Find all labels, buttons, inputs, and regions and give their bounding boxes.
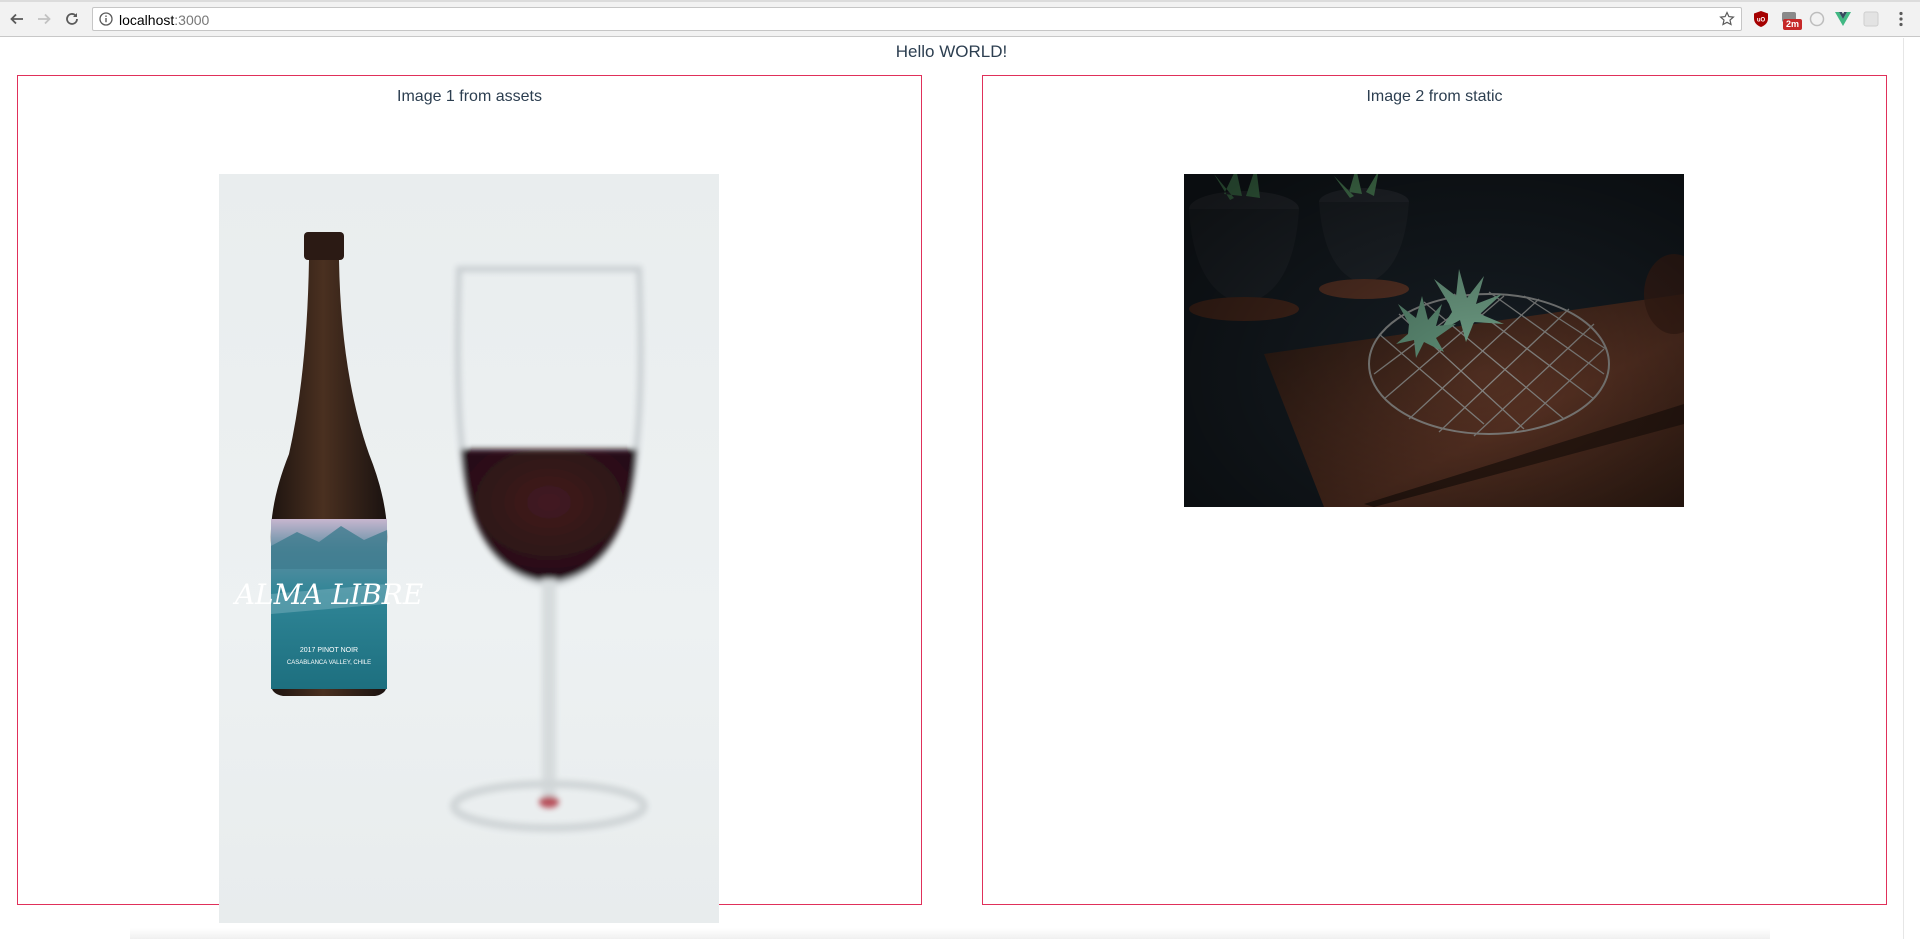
- bottom-shadow: [130, 928, 1770, 939]
- kebab-menu-icon[interactable]: [1892, 10, 1910, 28]
- address-bar[interactable]: localhost:3000: [92, 7, 1742, 31]
- ublock-extension-icon[interactable]: uO: [1752, 10, 1770, 28]
- svg-text:uO: uO: [1757, 18, 1766, 24]
- back-arrow-icon: [10, 13, 23, 25]
- browser-toolbar: localhost:3000 uO 2m: [0, 0, 1920, 37]
- panel-title-static: Image 2 from static: [1366, 88, 1503, 105]
- reload-icon: [66, 13, 78, 25]
- wine-photo: ALMA LIBRE 2017 PINOT NOIR CASABLANCA VA…: [219, 174, 719, 923]
- succulent-photo: [1184, 174, 1684, 507]
- url-text[interactable]: localhost:3000: [119, 12, 209, 28]
- page-content: Hello WORLD! Image 1 from assets ALMA LI…: [0, 38, 1920, 939]
- page-heading: Hello WORLD!: [895, 42, 1008, 61]
- label-wine-text: 2017 PINOT NOIR: [300, 647, 358, 654]
- forward-arrow-icon: [38, 13, 51, 25]
- label-region-text: CASABLANCA VALLEY, CHILE: [287, 660, 371, 666]
- panel-title-assets: Image 1 from assets: [397, 88, 542, 105]
- star-icon[interactable]: [1719, 11, 1735, 27]
- succulents-on-wire-basket-image: [1184, 174, 1684, 507]
- label-brand-text: ALMA LIBRE: [232, 578, 423, 611]
- info-icon[interactable]: [99, 12, 113, 26]
- vue-devtools-icon[interactable]: [1834, 10, 1852, 28]
- image-panel-static: Image 2 from static: [982, 75, 1887, 905]
- tab-strip: [0, 0, 1920, 2]
- extension-badge: 2m: [1783, 19, 1803, 30]
- page-scrollbar[interactable]: [1903, 38, 1920, 939]
- url-port: :3000: [174, 12, 210, 28]
- back-button[interactable]: [6, 8, 28, 30]
- ring-extension-icon[interactable]: [1808, 10, 1826, 28]
- url-host: localhost: [119, 12, 175, 28]
- disabled-extension-icon[interactable]: [1862, 10, 1880, 28]
- wine-bottle-and-glass-image: ALMA LIBRE 2017 PINOT NOIR CASABLANCA VA…: [232, 232, 648, 832]
- reload-button[interactable]: [61, 8, 83, 30]
- forward-button[interactable]: [33, 8, 55, 30]
- image-panel-assets: Image 1 from assets ALMA LIBRE 2017 PINO…: [17, 75, 922, 923]
